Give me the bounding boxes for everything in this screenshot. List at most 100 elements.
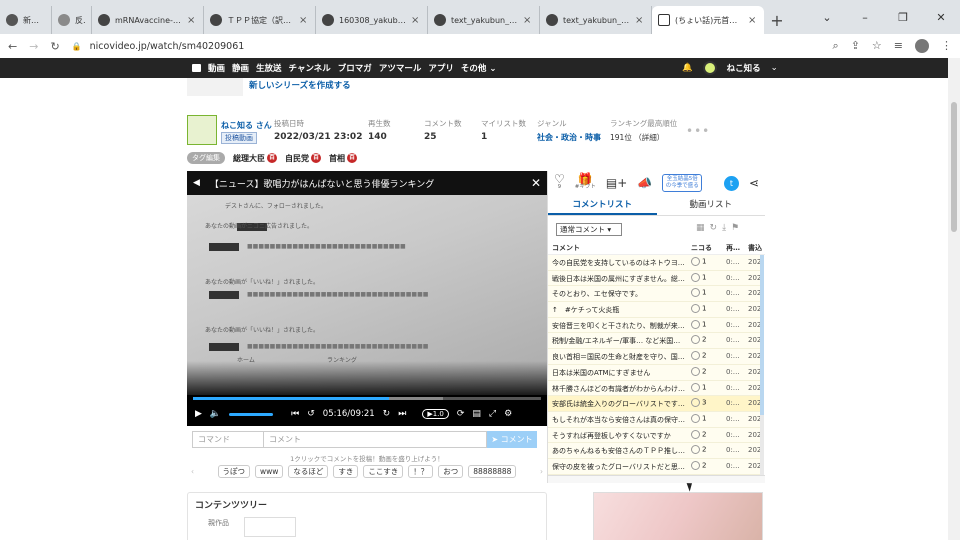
profile-avatar[interactable]	[915, 39, 929, 53]
minimize-button[interactable]: –	[846, 11, 884, 24]
tag-item[interactable]: 首相百	[329, 153, 357, 164]
video-player[interactable]: ◀ 【ニュース】歌唱力がはんぱないと思う俳優ランキング ✕ デストさんに、フォロ…	[187, 171, 547, 426]
comment-row[interactable]: 安倍晋三を叩くと干されたり、制裁が来… 1 0:… 202	[548, 317, 762, 334]
nav-link[interactable]: ブロマガ	[338, 62, 372, 74]
comment-row[interactable]: 戦後日本は米国の属州にすぎません。総… 1 0:… 202	[548, 270, 762, 287]
browser-tab[interactable]: 新聞記録	[0, 6, 52, 34]
skip-back-icon[interactable]: ⏮	[291, 409, 299, 419]
seek-bar[interactable]	[193, 397, 541, 400]
nicoru-count[interactable]: 2	[691, 366, 706, 376]
page-scrollbar[interactable]	[948, 58, 960, 540]
comment-row[interactable]: 林千勝さんほどの有識者がわからんわけ… 1 0:… 202	[548, 380, 762, 397]
col-comment[interactable]: コメント	[552, 243, 580, 253]
forward-icon[interactable]: →	[29, 40, 38, 53]
comment-row[interactable]: そうすれば再登板しやすくないですか 2 0:… 202	[548, 427, 762, 444]
user-avatar[interactable]	[702, 61, 717, 75]
nav-link[interactable]: 生放送	[256, 62, 282, 74]
gift-button[interactable]: 🎁 #ギフト	[575, 173, 596, 191]
refresh-icon[interactable]: ↻	[710, 223, 718, 233]
menu-icon[interactable]: ⋮	[941, 39, 952, 53]
fullscreen-icon[interactable]: ⤢	[489, 409, 496, 419]
comment-row[interactable]: あのちゃんねるも安倍さんのＴＰＰ推し… 2 0:… 202	[548, 443, 762, 459]
tab-search-icon[interactable]: ⌄	[808, 11, 846, 24]
download-icon[interactable]: ⤓	[722, 223, 726, 233]
chevron-left-icon[interactable]: ◀	[193, 178, 200, 188]
close-icon[interactable]: ✕	[531, 176, 541, 190]
loop-icon[interactable]: ⟳	[457, 409, 465, 419]
nicoru-count[interactable]: 2	[691, 445, 706, 455]
send-comment-button[interactable]: ➤ コメント	[487, 431, 537, 448]
browser-tab[interactable]: mRNAvaccine-03073 ×	[92, 6, 204, 34]
quick-comment-button[interactable]: なるほど	[288, 464, 329, 478]
tag-edit-button[interactable]: タグ編集	[187, 152, 225, 164]
tab-comment-list[interactable]: コメントリスト	[548, 195, 657, 215]
reload-icon[interactable]: ↻	[50, 40, 59, 53]
dictionary-icon[interactable]: 百	[347, 153, 357, 163]
forward-10-icon[interactable]: ↻	[383, 409, 391, 419]
zoom-icon[interactable]: ⌕	[833, 39, 839, 53]
comment-input[interactable]: コメント	[264, 431, 487, 448]
nav-link[interactable]: 静画	[232, 62, 249, 74]
nicoru-count[interactable]: 1	[691, 257, 706, 266]
quick-comment-button[interactable]: うぽつ	[217, 464, 251, 478]
nicoru-count[interactable]: 1	[691, 382, 706, 392]
quick-comment-button[interactable]: ！？	[408, 464, 434, 478]
browser-tab[interactable]: text_yakubun_tpp11.a ×	[540, 6, 652, 34]
calendar-icon[interactable]: ▦	[696, 223, 705, 233]
nicoru-count[interactable]: 1	[691, 319, 706, 329]
quick-comment-button[interactable]: ここすき	[363, 464, 404, 478]
comment-row[interactable]: 安部氏は統金入りのグローバリストです… 3 0:… 202	[548, 396, 762, 412]
nicoru-count[interactable]: 2	[691, 429, 706, 439]
browser-tab[interactable]: text_yakubun_tpp11.a ×	[428, 6, 540, 34]
nav-link-more[interactable]: その他 ⌄	[461, 62, 497, 74]
comment-row[interactable]: そのとおり、エセ保守です。 1 0:… 202	[548, 286, 762, 303]
nav-link[interactable]: アツマール	[379, 62, 422, 74]
col-date[interactable]: 書込	[748, 243, 762, 253]
bell-icon[interactable]: 🔔	[682, 63, 693, 73]
comment-scroll-thumb[interactable]	[760, 255, 764, 415]
nicoru-count[interactable]: 2	[691, 351, 706, 361]
tab-close-icon[interactable]: ×	[299, 15, 309, 26]
address-bar[interactable]: 🔒 nicovideo.jp/watch/sm40209061	[72, 36, 821, 56]
scrollbar-thumb[interactable]	[951, 102, 957, 232]
settings-gear-icon[interactable]: ⚙	[504, 409, 512, 419]
nav-link[interactable]: チャンネル	[289, 62, 331, 74]
nicoru-count[interactable]: 1	[691, 413, 706, 423]
comment-row[interactable]: 保守の皮を被ったグローバリストだと思… 2 0:… 202	[548, 458, 762, 475]
tag-item[interactable]: 自民党百	[285, 153, 321, 164]
volume-slider[interactable]	[229, 412, 274, 416]
ad-icon[interactable]: 📣	[637, 176, 652, 190]
browser-tab[interactable]: ＴＰＰ協定（訳文） ×	[204, 6, 316, 34]
ranking-link[interactable]: 191位 （詳細）	[610, 132, 677, 143]
twitter-icon[interactable]: t	[723, 175, 739, 191]
col-playtime[interactable]: 再…	[726, 243, 740, 253]
ad-thumbnail[interactable]	[593, 492, 763, 540]
quick-comment-button[interactable]: www	[255, 464, 284, 478]
reading-list-icon[interactable]: ≡	[894, 39, 903, 53]
tab-close-icon[interactable]: ×	[748, 15, 758, 26]
bonus-badge[interactable]: 全玉結晶5倍 の今季で盛る	[662, 174, 703, 192]
playback-speed-button[interactable]: ▶1.0	[422, 409, 449, 419]
dictionary-icon[interactable]: 百	[267, 153, 277, 163]
comment-row[interactable]: 日本は米国のATMにすぎません 2 0:… 202	[548, 364, 762, 381]
close-window-button[interactable]: ✕	[922, 11, 960, 24]
tag-item[interactable]: 総理大臣百	[233, 153, 277, 164]
nav-link[interactable]: 動画	[208, 62, 225, 74]
tab-video-list[interactable]: 動画リスト	[657, 195, 766, 215]
more-options-icon[interactable]: •••	[686, 124, 710, 138]
scroll-right-icon[interactable]: ›	[540, 467, 543, 476]
share-icon[interactable]: ⇪	[851, 39, 860, 53]
nav-link[interactable]: アプリ	[428, 62, 454, 74]
nicoru-count[interactable]: 1	[691, 288, 706, 298]
browser-tab[interactable]: 反ワク	[52, 6, 92, 34]
tab-close-icon[interactable]: ×	[411, 15, 421, 26]
quick-comment-button[interactable]: おつ	[438, 464, 464, 478]
user-name[interactable]: ねこ知る	[727, 62, 761, 74]
like-button[interactable]: ♡ 9	[554, 173, 565, 191]
comment-row[interactable]: 今の自民党を支持しているのはネトウヨ… 1 0:… 202	[548, 255, 762, 271]
niconico-logo-icon[interactable]	[192, 64, 201, 72]
command-input[interactable]: コマンド	[192, 431, 264, 448]
back-icon[interactable]: ←	[8, 40, 17, 53]
nicoru-count[interactable]: 2	[691, 335, 706, 345]
scroll-left-icon[interactable]: ‹	[191, 467, 194, 476]
